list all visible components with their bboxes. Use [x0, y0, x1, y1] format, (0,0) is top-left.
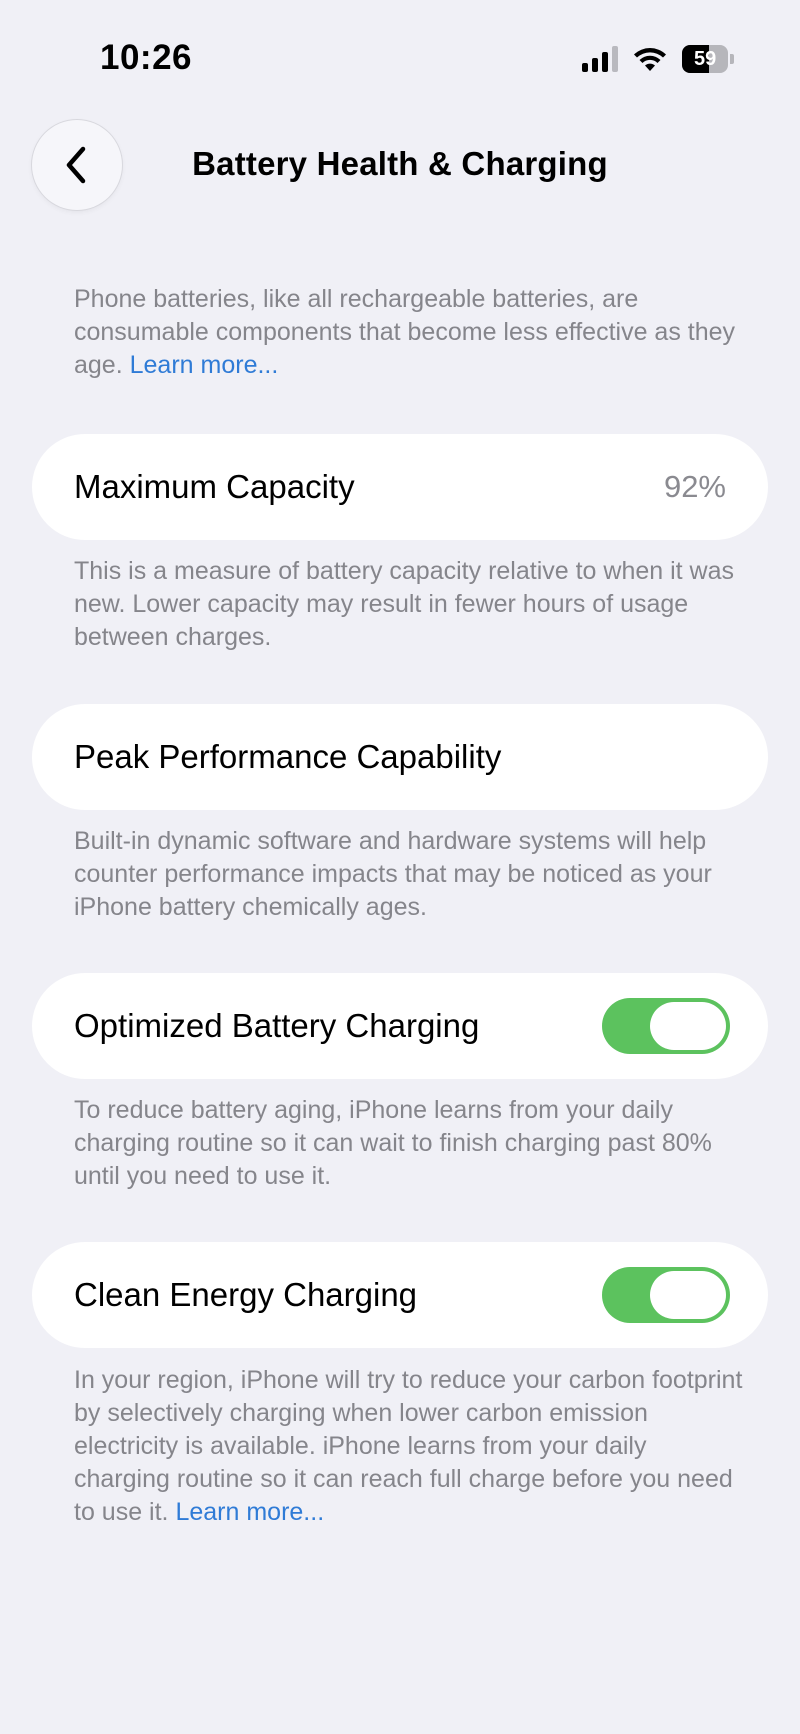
toggle-knob [650, 1271, 726, 1319]
clean-energy-toggle[interactable] [602, 1267, 730, 1323]
clean-energy-learn-more-link[interactable]: Learn more... [175, 1498, 324, 1526]
battery-health-screen: 10:26 59 Battery Health & Charging Phone… [0, 0, 800, 1734]
battery-level-text: 59 [693, 47, 717, 70]
maximum-capacity-description: This is a measure of battery capacity re… [74, 557, 735, 651]
optimized-charging-description: To reduce battery aging, iPhone learns f… [74, 1096, 712, 1190]
clean-energy-description: In your region, iPhone will try to reduc… [74, 1364, 744, 1529]
battery-icon: 59 [682, 45, 734, 73]
maximum-capacity-row: Maximum Capacity 92% [32, 434, 768, 540]
peak-performance-row[interactable]: Peak Performance Capability [32, 704, 768, 810]
learn-more-link[interactable]: Learn more... [130, 351, 279, 379]
optimized-charging-label: Optimized Battery Charging [74, 1007, 480, 1044]
wifi-icon [634, 48, 666, 71]
cellular-signal-icon [582, 46, 618, 72]
optimized-charging-row: Optimized Battery Charging [32, 973, 768, 1079]
maximum-capacity-value: 92% [663, 469, 726, 504]
status-icons: 59 [582, 42, 734, 76]
optimized-charging-toggle[interactable] [602, 998, 730, 1054]
peak-performance-label: Peak Performance Capability [74, 738, 502, 775]
page-title: Battery Health & Charging [192, 145, 608, 182]
maximum-capacity-label: Maximum Capacity [74, 468, 355, 505]
clean-energy-row: Clean Energy Charging [32, 1242, 768, 1348]
intro-description: Phone batteries, like all rechargeable b… [74, 283, 744, 382]
toggle-knob [650, 1002, 726, 1050]
status-time: 10:26 [100, 38, 193, 77]
clean-energy-label: Clean Energy Charging [74, 1276, 418, 1313]
peak-performance-description: Built-in dynamic software and hardware s… [74, 827, 712, 921]
status-bar: 10:26 59 [0, 0, 800, 110]
